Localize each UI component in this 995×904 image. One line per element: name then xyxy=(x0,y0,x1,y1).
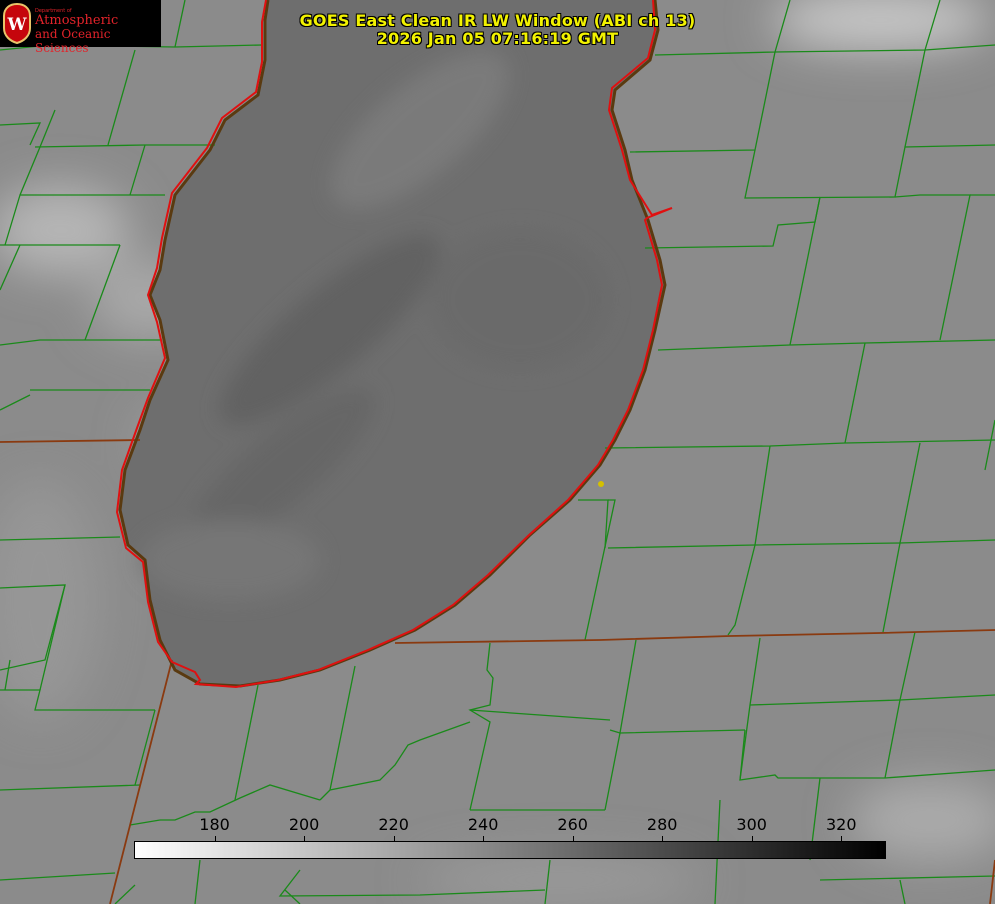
colorbar-tick-label: 240 xyxy=(467,815,499,834)
colorbar-tick-label: 260 xyxy=(557,815,588,834)
image-timestamp: 2026 Jan 05 07:16:19 GMT xyxy=(376,29,619,48)
colorbar-tick-label: 280 xyxy=(646,815,678,834)
colorbar-tick-label: 180 xyxy=(199,815,230,834)
satellite-map xyxy=(0,0,995,904)
satellite-image-viewer: W Department of Atmospheric and Oceanic … xyxy=(0,0,995,904)
colorbar-tick-label: 200 xyxy=(288,815,320,834)
colorbar-tick-label: 300 xyxy=(736,815,767,834)
colorbar-tick-label: 320 xyxy=(825,815,857,834)
temperature-colorbar xyxy=(134,841,886,859)
colorbar-tick-label: 220 xyxy=(378,815,409,834)
image-title: GOES East Clean IR LW Window (ABI ch 13) xyxy=(299,11,696,30)
location-marker xyxy=(598,481,604,487)
